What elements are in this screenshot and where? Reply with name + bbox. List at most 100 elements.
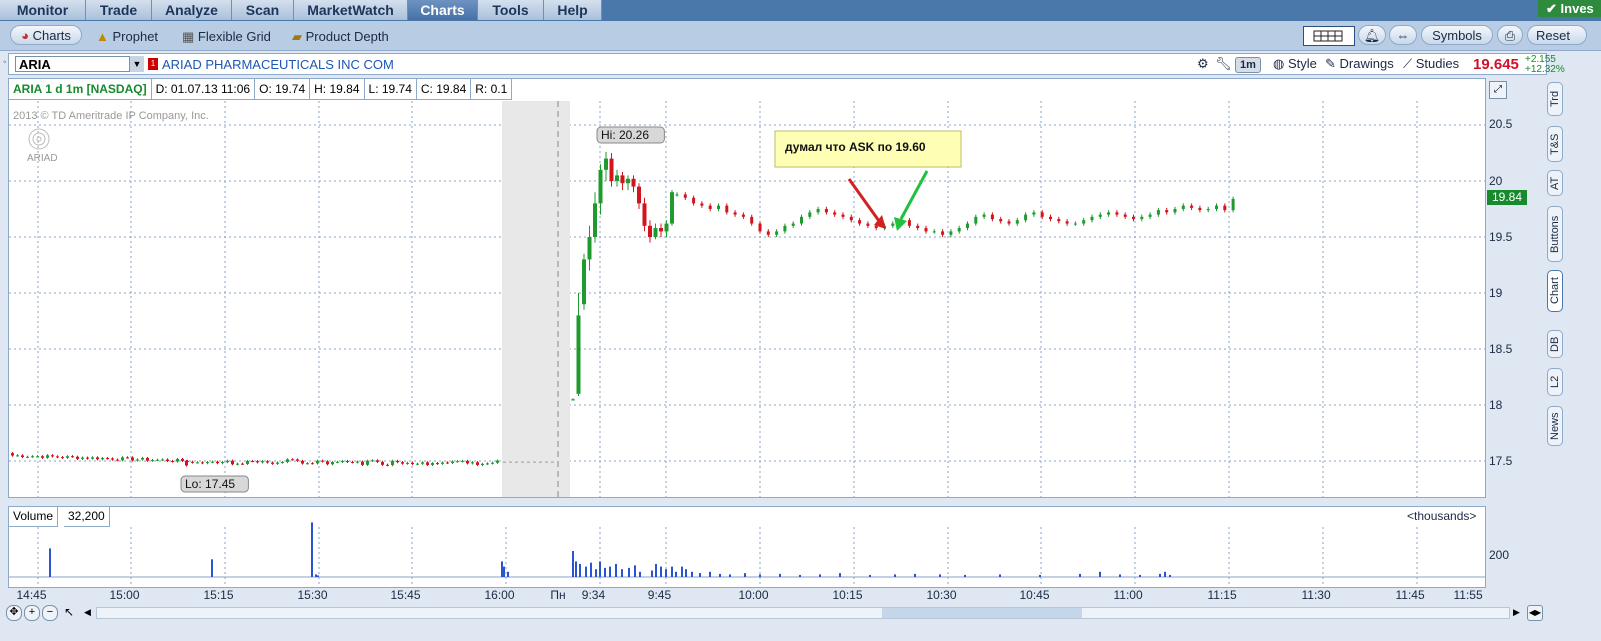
candle-body	[421, 462, 424, 464]
side-tab-at[interactable]: AT	[1547, 170, 1563, 196]
zoom-out-icon[interactable]: −	[42, 605, 58, 621]
pencil-icon: ✎	[1325, 56, 1336, 71]
scrollbar-thumb[interactable]	[882, 608, 1082, 618]
green-arrow-head	[894, 217, 907, 231]
wrench-icon[interactable]: 🔧︎	[1215, 56, 1232, 72]
side-tab-buttons[interactable]: Buttons	[1547, 206, 1563, 262]
volume-bar	[615, 564, 617, 577]
candle-body	[371, 460, 374, 462]
volume-bar	[315, 574, 317, 577]
tab-tools[interactable]: Tools	[478, 0, 544, 20]
side-tab-chart[interactable]: Chart	[1547, 270, 1563, 312]
y-tick-label: 19	[1489, 286, 1503, 300]
print-button[interactable]: ⎙	[1497, 25, 1523, 45]
candle-body	[808, 212, 812, 217]
tab-marketwatch[interactable]: MarketWatch	[294, 0, 408, 20]
volume-bar	[1099, 571, 1101, 577]
candle-body	[56, 456, 59, 458]
symbol-flag[interactable]: 1	[148, 58, 158, 70]
candle-body	[1015, 220, 1019, 224]
candle-body	[111, 458, 114, 460]
candle-body	[106, 458, 109, 460]
tab-help[interactable]: Help	[544, 0, 602, 20]
side-tab-db[interactable]: DB	[1547, 330, 1563, 358]
style-button[interactable]: ◍ Style	[1273, 56, 1317, 72]
flexible-grid-subtab[interactable]: ▦ Flexible Grid	[182, 28, 271, 45]
settings-icon[interactable]: ⚙	[1197, 56, 1209, 72]
volume-bar	[595, 569, 597, 577]
tab-analyze[interactable]: Analyze	[152, 0, 232, 20]
tab-charts[interactable]: Charts	[408, 0, 478, 20]
layout-grid-button[interactable]	[1303, 26, 1355, 46]
cursor-icon[interactable]: ↖	[62, 605, 76, 619]
horizontal-scrollbar[interactable]	[96, 607, 1510, 619]
tab-monitor[interactable]: Monitor	[0, 0, 86, 20]
tab-trade[interactable]: Trade	[86, 0, 152, 20]
candle-body	[326, 461, 329, 465]
price-chart[interactable]: Hi: 20.26 Lo: 17.45 думал что ASK по 19.60	[9, 79, 1485, 497]
volume-bar	[869, 574, 871, 577]
symbols-button[interactable]: Symbols	[1421, 25, 1493, 45]
drawings-button[interactable]: ✎ Drawings	[1325, 56, 1394, 72]
style-label: Style	[1287, 56, 1317, 71]
green-arrow	[899, 170, 929, 220]
side-tab-l2[interactable]: L2	[1547, 368, 1563, 396]
candle-body	[181, 458, 184, 461]
candle-body	[76, 456, 79, 459]
invest-button[interactable]: ✔ Inves	[1538, 0, 1601, 17]
volume-bar	[585, 566, 587, 577]
candle-body	[251, 461, 254, 463]
y-tick-label: 20.5	[1489, 117, 1513, 131]
candle-body	[659, 228, 663, 232]
depth-icon: ▰	[292, 29, 302, 44]
candle-body	[692, 197, 696, 204]
zoom-in-icon[interactable]: +	[24, 605, 40, 621]
side-tab-news[interactable]: News	[1547, 406, 1563, 446]
expand-chart-icon[interactable]: ⤢	[1489, 81, 1507, 99]
symbol-input[interactable]: ARIA	[15, 56, 141, 72]
charts-subtab-label: Charts	[32, 28, 71, 43]
prophet-icon: ▲	[96, 29, 109, 44]
candle-body	[461, 460, 464, 462]
x-tick-label: 11:15	[1207, 588, 1237, 602]
candle-body	[990, 214, 994, 220]
y-tick-label: 20	[1489, 174, 1503, 188]
reset-button[interactable]: Reset	[1527, 25, 1587, 45]
pan-icon[interactable]: ✥	[6, 605, 22, 621]
candle-body	[236, 463, 239, 465]
prophet-subtab[interactable]: ▲ Prophet	[96, 28, 158, 45]
scroll-right-icon[interactable]: ▶	[1513, 605, 1523, 619]
studies-icon: ⟋	[1403, 56, 1413, 71]
candle-body	[256, 461, 259, 463]
charts-subtab[interactable]: ◕ Charts	[10, 25, 82, 45]
symbol-dropdown-button[interactable]: ▼	[129, 56, 144, 72]
candle-body	[426, 462, 429, 465]
link-button[interactable]: ⇔	[1389, 25, 1417, 45]
scroll-left-icon[interactable]: ◀	[84, 605, 94, 619]
volume-bar	[699, 573, 701, 577]
red-arrow	[847, 178, 881, 222]
side-tab-ts[interactable]: T&S	[1547, 126, 1563, 162]
candle-body	[1148, 214, 1152, 217]
side-tab-trd[interactable]: Trd	[1547, 82, 1563, 116]
studies-button[interactable]: ⟋ Studies	[1403, 56, 1459, 72]
volume-bar	[604, 567, 606, 577]
zoom-fit-icon[interactable]: ◀▶	[1527, 605, 1543, 621]
candle-body	[381, 461, 384, 465]
alert-button[interactable]: 🔔︎	[1358, 25, 1386, 45]
candle-body	[620, 175, 625, 184]
candle-body	[824, 209, 828, 213]
sub-toolbar: ◕ Charts ▲ Prophet ▦ Flexible Grid ▰ Pro…	[0, 21, 1601, 51]
candle-body	[36, 456, 39, 458]
price-chart-panel[interactable]: Hi: 20.26 Lo: 17.45 думал что ASK по 19.60…	[8, 78, 1507, 498]
volume-panel[interactable]: Volume 32,200 <thousands>	[8, 506, 1486, 588]
candle-body	[351, 461, 354, 463]
tab-scan[interactable]: Scan	[232, 0, 294, 20]
product-depth-subtab[interactable]: ▰ Product Depth	[292, 28, 389, 45]
volume-bar	[914, 573, 916, 577]
candle-body	[16, 455, 19, 457]
volume-bar	[572, 551, 574, 577]
candle-body	[1098, 214, 1102, 217]
aggregation-button[interactable]: 1m	[1235, 57, 1261, 73]
x-tick-label: 14:45	[16, 588, 47, 602]
